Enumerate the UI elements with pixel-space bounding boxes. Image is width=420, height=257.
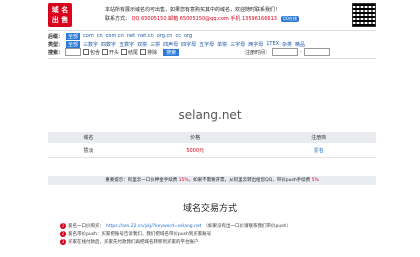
table-header-row: 域名 价格 注册商 — [48, 132, 376, 143]
contact-info: 联系方式： QQ 65005150 邮箱 65005150@qq.com 手机 … — [105, 15, 299, 22]
search-option-label: 结尾 — [128, 49, 139, 56]
type-option[interactable]: 1TEX — [266, 41, 279, 47]
search-option-3[interactable]: 排除 — [140, 49, 157, 56]
notice-text: 本站所有展示域名均可出售，如果您有意购买其中的域名，欢迎随时联系我们！ — [105, 7, 281, 13]
logo-line2: 出 售 — [51, 16, 69, 24]
type-filter-row: 类型： 全部 三数字 四数字 五数字 双拼 三拼 四声母 四字母 五字母 单拼 三字母 两字母 1TEX… — [48, 40, 305, 48]
type-option[interactable]: 精品 — [295, 41, 305, 48]
search-input[interactable] — [65, 48, 82, 56]
trade-step: 3 买家在线付款后，买家先付款我们再把域名转移到买家的平台账户 — [60, 238, 291, 246]
step-text: 爱名一口价购买： — [68, 224, 104, 229]
suffix-option[interactable]: com — [83, 33, 94, 39]
search-option-2[interactable]: 结尾 — [121, 49, 138, 56]
type-option[interactable]: 双拼 — [137, 41, 147, 48]
step-text: 买家在线付款后，买家先付款我们再把域名转移到买家的平台账户 — [68, 240, 199, 245]
trade-step: 2 爱名带价push：买家把账号告诉我们，我们把域名带价push到买家账号 — [60, 230, 291, 238]
type-option[interactable]: 三字母 — [230, 41, 245, 48]
trade-title: 域名交易方式 — [182, 204, 237, 214]
trade-steps: 1 爱名一口价购买： https://am.22.cn/ykj/?keyword=s… — [60, 222, 291, 246]
suffix-option[interactable]: net.cn — [138, 33, 154, 39]
type-option[interactable]: 三数字 — [83, 41, 98, 48]
step-number: 2 — [60, 231, 66, 237]
search-label: 搜索： — [48, 49, 64, 56]
search-option-label: 开头 — [109, 49, 120, 56]
date-range: 注册时间： - — [245, 48, 330, 56]
search-button[interactable]: 搜索 — [163, 48, 180, 56]
date-label: 注册时间： — [245, 49, 271, 56]
step-number: 3 — [60, 239, 66, 245]
type-option[interactable]: 四数字 — [101, 41, 116, 48]
table-row: 慧淡 5000元 爱名 — [48, 143, 376, 158]
type-option[interactable]: 单拼 — [217, 41, 227, 48]
search-row: 搜索： 包含 开头 结尾 排除 搜索 — [48, 48, 180, 56]
checkbox-icon — [102, 49, 109, 55]
suffix-option[interactable]: cn — [97, 33, 103, 39]
type-option[interactable]: 全部 — [66, 40, 81, 48]
tip-middle: ，如果不需要开票，从阿里云转出给您QQ，带价push手续费 — [188, 178, 312, 183]
step-number: 1 — [60, 223, 66, 229]
step-text: 爱名带价push：买家把账号告诉我们，我们把域名带价push到买家账号 — [68, 232, 212, 237]
col-registrar: 注册商 — [261, 132, 376, 143]
cell-price: 5000元 — [128, 143, 262, 158]
checkbox-icon — [140, 49, 147, 55]
contact-qq[interactable]: QQ 65005150 — [132, 16, 167, 22]
tip-fee2: 5% — [311, 178, 319, 183]
type-option[interactable]: 四声母 — [163, 41, 178, 48]
type-label: 类型： — [48, 41, 64, 48]
search-option-label: 排除 — [147, 49, 158, 56]
type-option[interactable]: 四字母 — [181, 41, 196, 48]
type-option[interactable]: 五数字 — [119, 41, 134, 48]
type-option[interactable]: 杂类 — [282, 41, 292, 48]
suffix-option[interactable]: 全部 — [66, 32, 81, 40]
tip-prefix: 重要提示：阿里云一口价押金手续费 — [105, 178, 179, 183]
type-option[interactable]: 三拼 — [150, 41, 160, 48]
qq-online-button[interactable]: QQ在线 — [280, 16, 299, 22]
contact-label: 联系方式： — [105, 16, 131, 22]
contact-email[interactable]: 邮箱 65005150@qq.com — [168, 16, 229, 22]
checkbox-icon — [121, 49, 128, 55]
type-option[interactable]: 两字母 — [248, 41, 263, 48]
checkbox-icon — [83, 49, 90, 55]
step-link[interactable]: https://am.22.cn/ykj/?keyword=selang.net — [106, 224, 201, 229]
important-tip: 重要提示：阿里云一口价押金手续费 15%，如果不需要开票，从阿里云转出给您QQ，… — [48, 176, 376, 185]
domain-table: 域名 价格 注册商 慧淡 5000元 爱名 — [48, 132, 376, 158]
col-price: 价格 — [128, 132, 262, 143]
suffix-option[interactable]: net — [127, 33, 135, 39]
trade-step: 1 爱名一口价购买： https://am.22.cn/ykj/?keyword=s… — [60, 222, 291, 230]
search-option-1[interactable]: 开头 — [102, 49, 119, 56]
divider — [48, 58, 376, 59]
cell-registrar[interactable]: 爱名 — [261, 143, 376, 158]
domain-title: selang.net — [178, 108, 242, 122]
suffix-option[interactable]: com.cn — [106, 33, 124, 39]
site-logo[interactable]: 域 名 出 售 — [48, 3, 72, 27]
date-start-input[interactable] — [272, 48, 299, 56]
logo-line1: 域 名 — [51, 6, 69, 14]
suffix-option[interactable]: cc — [175, 33, 181, 39]
search-option-0[interactable]: 包含 — [83, 49, 100, 56]
qr-code-image — [352, 3, 376, 27]
suffix-option[interactable]: org.cn — [157, 33, 173, 39]
suffix-label: 后缀： — [48, 33, 64, 40]
search-option-label: 包含 — [90, 49, 101, 56]
contact-phone: 手机 13596166613 — [230, 16, 277, 22]
date-end-input[interactable] — [303, 48, 330, 56]
type-option[interactable]: 五字母 — [199, 41, 214, 48]
cell-name: 慧淡 — [48, 143, 129, 158]
suffix-option[interactable]: org — [184, 33, 192, 39]
divider — [48, 30, 376, 31]
col-domain: 域名 — [48, 132, 129, 143]
step-tail: （如果没有出一口价请联系我们带价push） — [203, 224, 291, 229]
suffix-filter-row: 后缀： 全部 com cn com.cn net net.cn org.cn cc org — [48, 32, 192, 40]
tip-fee1: 15% — [178, 178, 189, 183]
